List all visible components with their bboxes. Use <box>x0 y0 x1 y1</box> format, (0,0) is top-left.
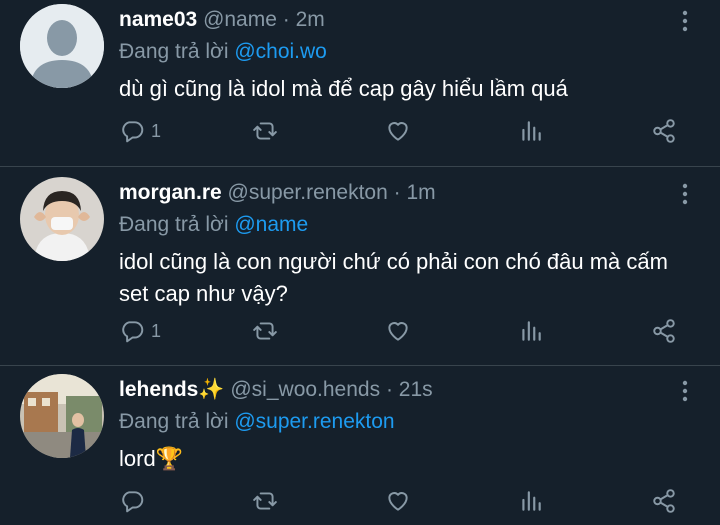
reply-button[interactable] <box>119 481 151 521</box>
more-icon[interactable] <box>680 10 690 32</box>
retweet-button[interactable] <box>252 481 278 521</box>
like-icon <box>388 122 408 141</box>
tweet-content: name03 @name · 2m Đang trả lời @choi.wo … <box>119 4 680 105</box>
reply-icon <box>122 491 144 513</box>
retweet-icon <box>253 122 277 140</box>
separator: · <box>393 181 401 204</box>
analytics-button[interactable] <box>518 481 544 521</box>
divider <box>0 166 720 167</box>
separator: · <box>385 378 393 401</box>
retweet-button[interactable] <box>252 111 278 151</box>
default-avatar-icon <box>20 4 104 88</box>
like-icon <box>388 492 408 511</box>
tweet-content: lehends✨ @si_woo.hends · 21s Đang trả lờ… <box>119 374 680 475</box>
retweet-button[interactable] <box>252 311 278 351</box>
analytics-button[interactable] <box>518 111 544 151</box>
analytics-icon <box>522 121 541 141</box>
replying-to: Đang trả lời @super.renekton <box>119 406 680 438</box>
analytics-button[interactable] <box>518 311 544 351</box>
share-icon <box>653 119 675 143</box>
like-icon <box>388 322 408 341</box>
reply-icon <box>122 321 144 343</box>
tweet-text: dù gì cũng là idol mà để cap gây hiểu lầ… <box>119 76 568 101</box>
share-button[interactable] <box>651 481 677 521</box>
replying-prefix: Đang trả lời <box>119 410 229 433</box>
user-handle[interactable]: @name <box>203 8 277 31</box>
mention-link[interactable]: @super.renekton <box>234 410 394 433</box>
timestamp[interactable]: 1m <box>406 181 435 204</box>
tweet-header: morgan.re @super.renekton · 1m <box>119 177 680 209</box>
avatar[interactable] <box>20 374 104 458</box>
person-photo-icon <box>20 177 104 261</box>
avatar[interactable] <box>20 4 104 88</box>
separator: · <box>282 8 290 31</box>
mention-link[interactable]: @name <box>234 213 308 236</box>
replying-prefix: Đang trả lời <box>119 40 229 63</box>
tweet-header: name03 @name · 2m <box>119 4 680 36</box>
divider <box>0 365 720 366</box>
tweet-actions: 1 <box>119 311 689 351</box>
display-name[interactable]: name03 <box>119 8 197 31</box>
analytics-icon <box>522 321 541 341</box>
reply-icon <box>122 121 144 143</box>
mention-link[interactable]: @choi.wo <box>234 40 327 63</box>
reply-count: 1 <box>151 320 162 341</box>
display-name[interactable]: morgan.re <box>119 181 222 204</box>
like-button[interactable] <box>385 481 411 521</box>
share-button[interactable] <box>651 311 677 351</box>
tweet-header: lehends✨ @si_woo.hends · 21s <box>119 374 680 406</box>
replying-prefix: Đang trả lời <box>119 213 229 236</box>
reply-count: 1 <box>151 120 162 141</box>
timestamp[interactable]: 21s <box>399 378 433 401</box>
retweet-icon <box>253 322 277 340</box>
display-name[interactable]: lehends✨ <box>119 378 225 401</box>
retweet-icon <box>253 492 277 510</box>
user-handle[interactable]: @super.renekton <box>228 181 388 204</box>
replying-to: Đang trả lời @choi.wo <box>119 36 680 68</box>
tweet-actions <box>119 481 689 521</box>
street-photo-icon <box>20 374 104 458</box>
avatar[interactable] <box>20 177 104 261</box>
share-button[interactable] <box>651 111 677 151</box>
like-button[interactable] <box>385 111 411 151</box>
share-icon <box>653 489 675 513</box>
reply-button[interactable]: 1 <box>119 111 161 151</box>
reply-button[interactable]: 1 <box>119 311 161 351</box>
user-handle[interactable]: @si_woo.hends <box>230 378 380 401</box>
tweet-actions: 1 <box>119 111 689 151</box>
timestamp[interactable]: 2m <box>296 8 325 31</box>
more-icon[interactable] <box>680 183 690 205</box>
analytics-icon <box>522 491 541 511</box>
tweet-content: morgan.re @super.renekton · 1m Đang trả … <box>119 177 680 310</box>
tweet-text: idol cũng là con người chứ có phải con c… <box>119 249 668 306</box>
replying-to: Đang trả lời @name <box>119 209 680 241</box>
like-button[interactable] <box>385 311 411 351</box>
tweet-text: lord🏆 <box>119 446 184 471</box>
share-icon <box>653 319 675 343</box>
more-icon[interactable] <box>680 380 690 402</box>
